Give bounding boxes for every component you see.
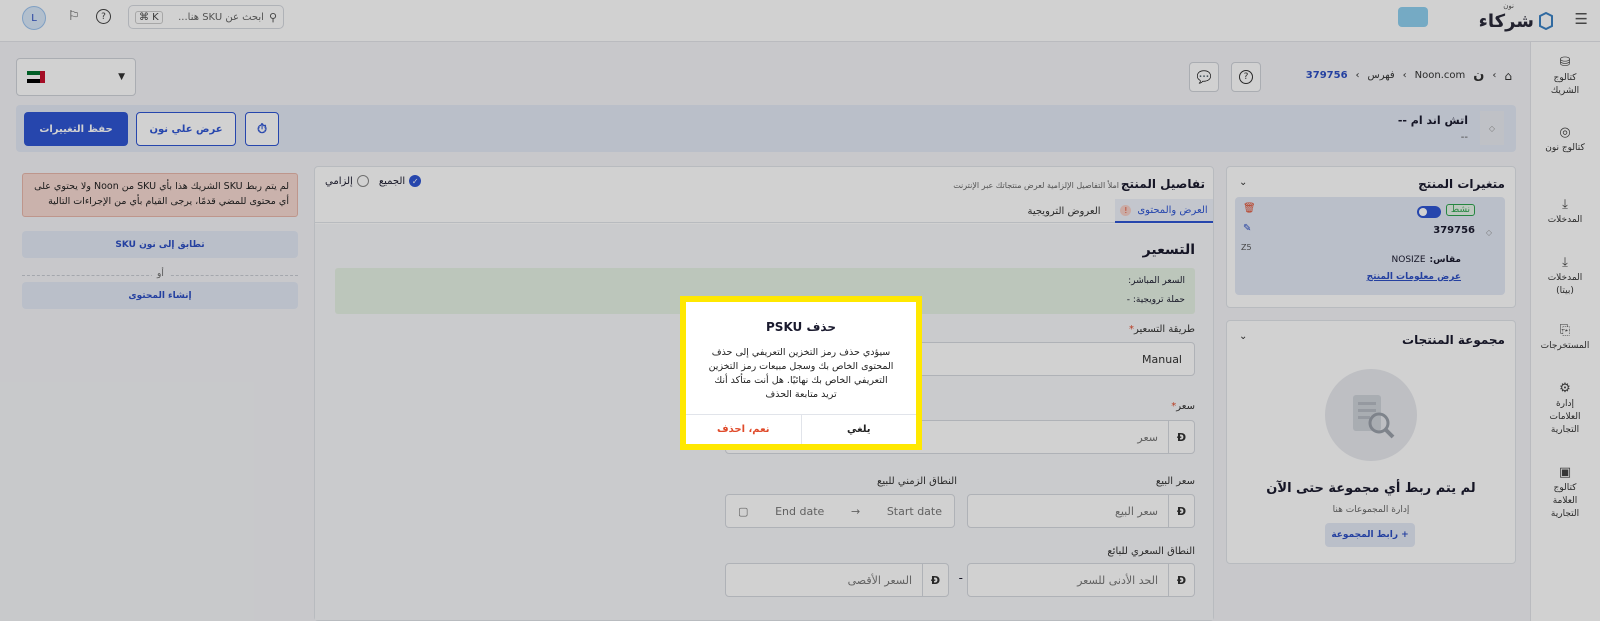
- delete-psku-modal: حذف PSKU سيؤدي حذف رمز التخزين التعريفي …: [680, 296, 922, 450]
- modal-actions: يلغي نعم، احذف: [686, 414, 916, 444]
- modal-cancel-label: يلغي: [846, 424, 871, 435]
- modal-confirm-delete-button[interactable]: نعم، احذف: [686, 415, 801, 444]
- modal-body: سيؤدي حذف رمز التخزين التعريفي إلى حذف ا…: [708, 347, 894, 400]
- modal-confirm-label: نعم، احذف: [716, 424, 770, 435]
- modal-title: حذف PSKU: [766, 320, 836, 334]
- modal-cancel-button[interactable]: يلغي: [800, 415, 917, 444]
